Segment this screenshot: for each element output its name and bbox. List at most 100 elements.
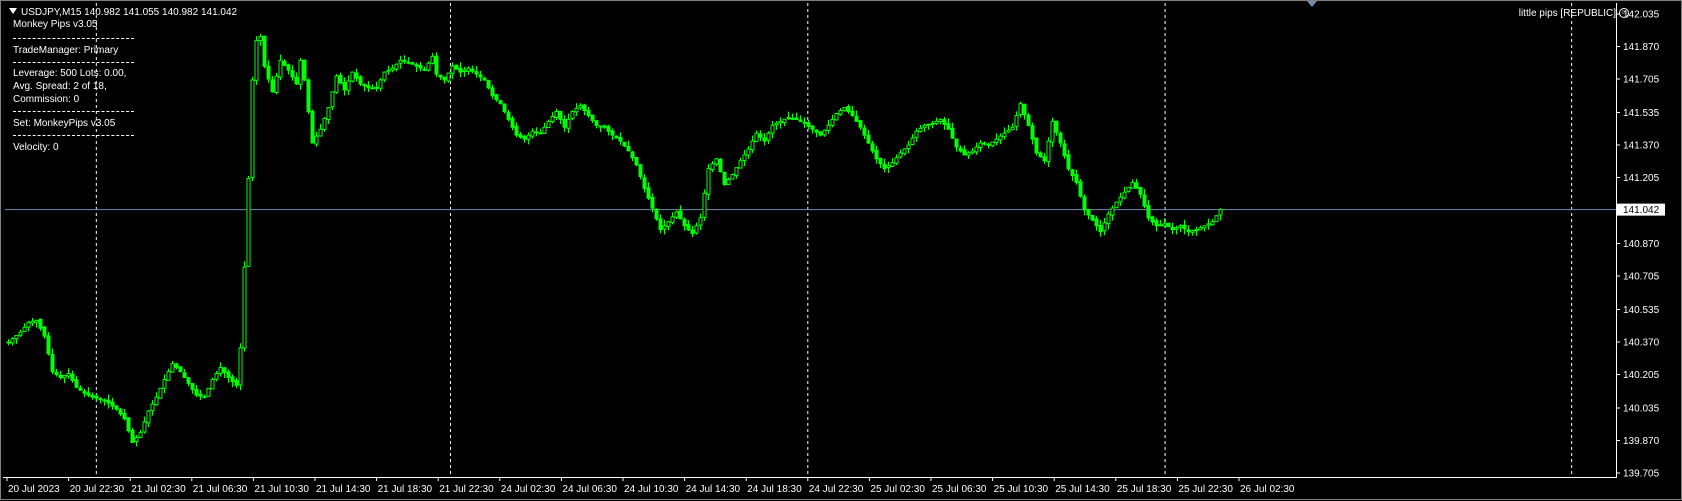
candle xyxy=(18,329,23,337)
candle xyxy=(858,120,863,130)
candle xyxy=(822,129,827,137)
time-tick-label: 25 Jul 22:30 xyxy=(1178,484,1233,495)
candle xyxy=(1158,219,1163,227)
candle xyxy=(206,387,211,397)
panel-divider xyxy=(13,38,134,39)
price-chart[interactable]: 142.035141.870141.705141.535141.370141.2… xyxy=(1,1,1682,501)
candle xyxy=(394,63,399,72)
candle xyxy=(490,84,495,99)
candle xyxy=(182,369,187,378)
candle xyxy=(578,103,583,110)
candle xyxy=(466,66,471,75)
time-tick-label: 21 Jul 02:30 xyxy=(131,484,186,495)
candle xyxy=(86,387,91,398)
candle xyxy=(882,158,887,173)
candle xyxy=(550,112,555,124)
candle xyxy=(382,71,387,83)
candle xyxy=(762,133,767,146)
price-tick-label: 140.870 xyxy=(1623,239,1660,250)
candle xyxy=(518,131,523,139)
candle xyxy=(362,83,367,92)
candle xyxy=(1086,208,1091,220)
time-tick-label: 24 Jul 10:30 xyxy=(624,484,679,495)
price-tick-label: 141.370 xyxy=(1623,141,1660,152)
candle xyxy=(1146,200,1151,222)
smiley-icon[interactable]: ☺ xyxy=(1619,8,1629,18)
candle xyxy=(1130,179,1135,189)
candle xyxy=(1138,186,1143,199)
candle xyxy=(6,339,11,346)
velocity-text: Velocity: 0 xyxy=(13,142,59,153)
symbol-header: USDJPY,M15 140.982 141.055 140.982 141.0… xyxy=(9,7,237,19)
candle xyxy=(782,118,787,127)
collapse-triangle-icon[interactable] xyxy=(9,8,17,14)
candle xyxy=(146,410,151,428)
candle xyxy=(1122,186,1127,200)
candle xyxy=(586,106,591,118)
candle xyxy=(854,110,859,122)
candle xyxy=(1118,192,1123,206)
candle xyxy=(890,158,895,167)
chart-window[interactable]: 142.035 141.870 141.705 141.535 141.370 141.2… xyxy=(0,0,1682,500)
candle xyxy=(278,54,283,81)
price-tick-label: 141.705 xyxy=(1623,75,1660,86)
candle xyxy=(538,128,543,135)
candle xyxy=(570,110,575,121)
candle xyxy=(210,377,215,390)
candle xyxy=(1046,137,1051,168)
candle xyxy=(522,134,527,143)
time-tick-label: 25 Jul 06:30 xyxy=(932,484,987,495)
candle xyxy=(502,103,507,114)
candle xyxy=(138,429,143,439)
spread-text: Avg. Spread: 2 of 18, xyxy=(13,81,107,92)
panel-divider xyxy=(13,62,134,63)
candle xyxy=(54,368,59,377)
candle xyxy=(950,122,955,140)
candle xyxy=(1002,127,1007,140)
candle xyxy=(1054,120,1059,136)
candle xyxy=(738,157,743,169)
current-price-label: 141.042 xyxy=(1623,205,1660,216)
candle xyxy=(174,362,179,370)
candle xyxy=(342,77,347,96)
candle xyxy=(1078,179,1083,198)
candle xyxy=(598,125,603,133)
candle xyxy=(266,60,271,83)
candle xyxy=(974,142,979,155)
candle xyxy=(478,70,483,82)
candle xyxy=(702,189,707,221)
set-text: Set: MonkeyPips v3.05 xyxy=(13,118,116,129)
candle xyxy=(1126,186,1131,193)
candle xyxy=(558,110,563,125)
candle xyxy=(542,122,547,134)
candle xyxy=(66,368,71,379)
candle xyxy=(626,140,631,152)
time-tick-label: 24 Jul 06:30 xyxy=(562,484,617,495)
candle xyxy=(186,377,191,387)
candle xyxy=(254,36,259,85)
time-tick-label: 24 Jul 18:30 xyxy=(747,484,802,495)
candle xyxy=(714,157,719,167)
candle xyxy=(1102,218,1107,236)
candle xyxy=(178,366,183,373)
candle xyxy=(1042,152,1047,164)
candle xyxy=(102,398,107,406)
chart-shift-marker[interactable] xyxy=(1307,1,1317,7)
candle xyxy=(98,397,103,404)
candle xyxy=(534,127,539,137)
candle xyxy=(830,114,835,128)
candle xyxy=(1114,201,1119,209)
candle xyxy=(390,64,395,73)
candle xyxy=(406,57,411,65)
candle xyxy=(810,125,815,134)
candle xyxy=(462,66,467,77)
candle xyxy=(1174,225,1179,235)
candle xyxy=(1170,222,1175,235)
candle xyxy=(778,117,783,129)
price-tick-label: 140.370 xyxy=(1623,337,1660,348)
candle xyxy=(706,163,711,201)
candle xyxy=(734,167,739,179)
candle xyxy=(234,378,239,389)
candle xyxy=(634,156,639,167)
candle xyxy=(870,140,875,154)
